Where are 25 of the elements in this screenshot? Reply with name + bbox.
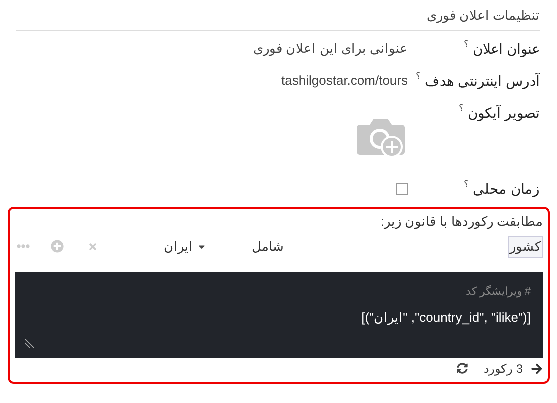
field-value[interactable]: tashilgostar.com/tours [282,71,408,90]
code-editor[interactable]: # ویرایشگر کد [("country_id", "ilike", "ایران")] [15,272,543,358]
field-value[interactable]: عنوانی برای این اعلان فوری [254,39,408,58]
code-line: [("country_id", "ilike", "ایران")] [360,309,531,328]
record-count[interactable]: 3 رکورد [484,360,523,378]
section-title: تنظیمات اعلان فوری [426,8,540,23]
back-arrow-icon[interactable] [531,362,543,374]
delete-icon[interactable] [88,242,98,252]
resize-handle-icon[interactable] [25,338,34,348]
help-mark[interactable]: ؟ [416,71,422,81]
rule-operator[interactable]: شامل [252,236,284,256]
field-label: عنوان اعلان [473,40,540,60]
code-comment: # ویرایشگر کد [464,284,531,300]
field-label: زمان محلی [473,180,540,200]
help-mark[interactable]: ؟ [464,39,470,49]
add-icon[interactable] [51,240,64,253]
field-label: آدرس اینترنتی هدف [425,72,540,92]
domain-intro: مطابقت رکوردها با قانون زیر: [380,213,543,232]
checkbox[interactable] [396,183,408,195]
rule-field-select[interactable]: کشور [508,236,543,258]
help-mark[interactable]: ؟ [464,179,470,189]
refresh-icon[interactable] [456,363,468,374]
rule-value-select[interactable]: ایران [164,236,207,256]
help-mark[interactable]: ؟ [459,103,464,113]
field-label: تصویر آیکون [468,104,540,124]
